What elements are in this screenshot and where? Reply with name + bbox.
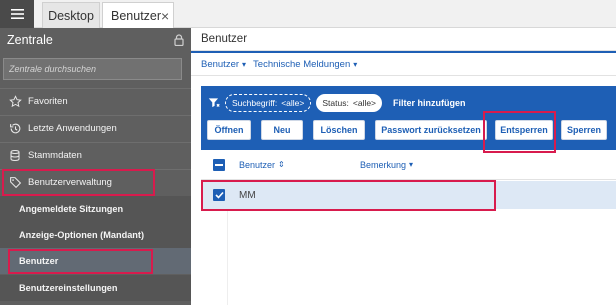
lock-button[interactable]: Sperren	[561, 120, 607, 140]
tab-benutzer-label: Benutzer	[111, 8, 162, 23]
sidebar-subitem-benutzer[interactable]: Benutzer	[0, 248, 191, 274]
history-icon	[7, 121, 23, 137]
sidebar-item-letzte-anwendungen[interactable]: Letzte Anwendungen	[0, 115, 191, 141]
add-filter-link[interactable]: Filter hinzufügen	[393, 98, 466, 108]
star-icon	[7, 94, 23, 110]
grid-divider	[227, 209, 228, 305]
sidebar-item-favoriten[interactable]: Favoriten	[0, 88, 191, 114]
crumb-label: Technische Meldungen	[253, 59, 351, 70]
row-checkbox[interactable]	[213, 189, 225, 201]
sidebar: Zentrale Favoriten Letzte Anwendungen St…	[0, 28, 191, 305]
lock-icon[interactable]	[174, 34, 184, 47]
sidebar-subitem-angemeldete-sitzungen[interactable]: Angemeldete Sitzungen	[0, 196, 191, 222]
tab-desktop-label: Desktop	[48, 8, 94, 23]
filter-icon[interactable]	[207, 96, 221, 110]
sidebar-title: Zentrale	[7, 33, 53, 47]
filter-chip-status[interactable]: Status: <alle>	[316, 94, 383, 112]
select-all-checkbox[interactable]	[213, 158, 225, 171]
filter-chip-suchbegriff[interactable]: Suchbegriff: <alle>	[225, 94, 312, 112]
chevron-down-icon: ▾	[242, 60, 247, 69]
app-window: Desktop Benutzer × Zentrale Favoriten Le…	[0, 0, 616, 305]
database-icon	[7, 148, 23, 164]
sort-desc-icon: ▾	[409, 160, 414, 169]
menu-icon[interactable]	[0, 0, 34, 28]
page-title: Benutzer	[191, 28, 616, 51]
crumb-technische-meldungen[interactable]: Technische Meldungen ▾	[253, 59, 357, 70]
sort-icon: ⇕	[278, 160, 285, 169]
crumb-label: Benutzer	[201, 59, 240, 70]
open-button[interactable]: Öffnen	[207, 120, 251, 140]
main-panel: Benutzer Benutzer ▾ Technische Meldungen…	[191, 28, 616, 305]
tab-benutzer[interactable]: Benutzer ×	[102, 2, 174, 28]
breadcrumb: Benutzer ▾ Technische Meldungen ▾	[191, 54, 616, 76]
sidebar-search-input[interactable]	[3, 58, 182, 80]
sidebar-item-label: Favoriten	[28, 96, 68, 107]
close-icon[interactable]: ×	[161, 9, 169, 23]
table-row[interactable]: MM	[201, 181, 616, 209]
sidebar-item-benutzerverwaltung[interactable]: Benutzerverwaltung	[0, 169, 191, 195]
sidebar-item-label: Letzte Anwendungen	[28, 123, 117, 134]
tag-icon	[7, 175, 23, 191]
chevron-down-icon: ▾	[353, 60, 358, 69]
sidebar-item-label: Benutzerverwaltung	[28, 177, 112, 188]
unlock-button[interactable]: Entsperren	[495, 120, 553, 140]
filter-row: Suchbegriff: <alle> Status: <alle> Filte…	[207, 94, 466, 112]
delete-button[interactable]: Löschen	[313, 120, 365, 140]
toolbar-panel: Suchbegriff: <alle> Status: <alle> Filte…	[201, 86, 616, 150]
table-header: Benutzer ⇕ Bemerkung ▾	[201, 150, 616, 180]
sidebar-item-stammdaten[interactable]: Stammdaten	[0, 142, 191, 168]
sidebar-header: Zentrale	[0, 28, 191, 52]
reset-password-button[interactable]: Passwort zurücksetzen	[375, 120, 487, 140]
crumb-benutzer[interactable]: Benutzer ▾	[201, 59, 246, 70]
chip-label: Status:	[322, 98, 349, 108]
column-label: Bemerkung	[360, 159, 407, 170]
chip-label: Suchbegriff:	[232, 98, 278, 108]
cell-benutzer: MM	[239, 189, 256, 201]
sidebar-subitem-label: Benutzereinstellungen	[19, 283, 118, 293]
new-button[interactable]: Neu	[261, 120, 303, 140]
accent-divider	[191, 51, 616, 53]
tab-bar: Desktop Benutzer ×	[0, 0, 616, 28]
column-header-bemerkung[interactable]: Bemerkung ▾	[360, 160, 413, 170]
user-table: Benutzer ⇕ Bemerkung ▾ MM	[201, 150, 616, 305]
tab-desktop[interactable]: Desktop	[42, 2, 100, 28]
column-header-benutzer[interactable]: Benutzer ⇕	[239, 160, 285, 170]
sidebar-subitem-label: Angemeldete Sitzungen	[19, 204, 124, 214]
column-label: Benutzer	[239, 159, 276, 170]
chip-value: <alle>	[352, 98, 377, 108]
sidebar-subitem-anzeige-optionen[interactable]: Anzeige-Optionen (Mandant)	[0, 222, 191, 248]
sidebar-subitem-benutzereinstellungen[interactable]: Benutzereinstellungen	[0, 275, 191, 301]
sidebar-subitem-label: Anzeige-Optionen (Mandant)	[19, 230, 145, 240]
sidebar-item-label: Stammdaten	[28, 150, 82, 161]
sidebar-subitem-label: Benutzer	[19, 256, 59, 266]
chip-value: <alle>	[281, 98, 305, 108]
